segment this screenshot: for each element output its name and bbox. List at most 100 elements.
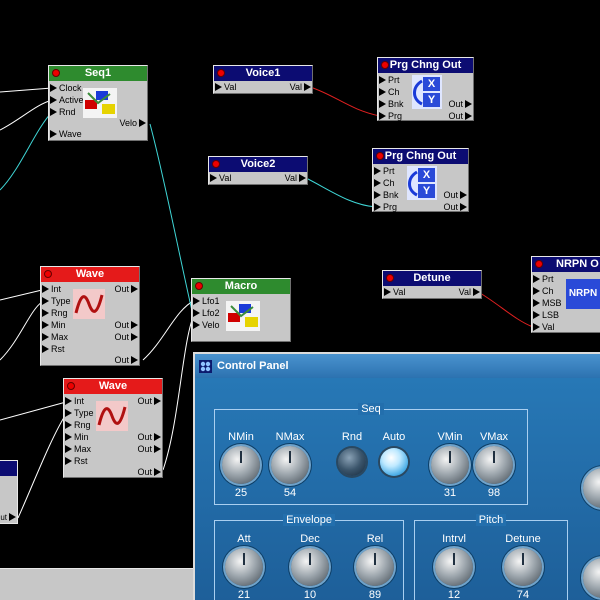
port-int[interactable]: Int (41, 284, 61, 295)
port-min[interactable]: Min (41, 320, 66, 331)
detune-module[interactable]: Detune Val Val (382, 270, 482, 299)
port-val-out[interactable]: Val (459, 287, 481, 298)
knob-nmin[interactable]: NMin 25 (216, 430, 266, 500)
port-out[interactable]: Out (137, 444, 162, 455)
knob-intrvl[interactable]: Intrvl 12 (429, 532, 479, 600)
voice1-module[interactable]: Voice1 Val Val (213, 65, 313, 94)
port-out[interactable]: Out (114, 320, 139, 331)
rotary-knob[interactable] (271, 446, 309, 484)
port-prt[interactable]: Prt (532, 274, 554, 285)
knob-rel[interactable]: Rel 89 (350, 532, 400, 600)
patch-canvas[interactable]: Seq1 Clock Active Rnd Wave Velo Wave Int… (0, 0, 600, 600)
wave-module[interactable]: Wave Int Type Rng Min Max Rst Out Out Ou… (40, 266, 140, 366)
button-rnd[interactable]: Rnd (332, 430, 372, 476)
program-change-out-module[interactable]: Prg Chng Out Prt Ch Bnk Prg Out Out X Y (372, 148, 469, 212)
port-rst[interactable]: Rst (41, 344, 65, 355)
knob-att[interactable]: Att 21 (219, 532, 269, 600)
seq1-module[interactable]: Seq1 Clock Active Rnd Wave Velo (48, 65, 148, 141)
module-power-led[interactable] (381, 61, 389, 69)
port-msb[interactable]: MSB (532, 298, 562, 309)
voice2-module[interactable]: Voice2 Val Val (208, 156, 308, 185)
port-rng[interactable]: Rng (41, 308, 68, 319)
port-out[interactable]: Out (137, 467, 162, 478)
led-button[interactable] (380, 448, 408, 476)
port-rnd[interactable]: Rnd (49, 107, 76, 118)
port-active[interactable]: Active (49, 95, 84, 106)
module-power-led[interactable] (217, 69, 225, 77)
module-power-led[interactable] (212, 160, 220, 168)
port-lfo2[interactable]: Lfo2 (192, 308, 220, 319)
port-ch[interactable]: Ch (373, 178, 395, 189)
module-power-led[interactable] (44, 270, 52, 278)
control-panel-window[interactable]: Control Panel Seq NMin 25 NMax 54 Rnd Au… (193, 352, 600, 600)
module-power-led[interactable] (67, 382, 75, 390)
horizontal-scrollbar[interactable] (0, 568, 195, 600)
module-power-led[interactable] (535, 260, 543, 268)
macro-module[interactable]: Macro Lfo1 Lfo2 Velo (191, 278, 291, 342)
port-velo[interactable]: Velo (192, 320, 220, 331)
module-power-led[interactable] (195, 282, 203, 290)
port-rng[interactable]: Rng (64, 420, 91, 431)
button-auto[interactable]: Auto (374, 430, 414, 476)
rotary-knob[interactable] (356, 548, 394, 586)
partial-module[interactable]: ut (0, 460, 18, 524)
port-out[interactable]: Out (448, 111, 473, 122)
module-power-led[interactable] (386, 274, 394, 282)
port-val-in[interactable]: Val (209, 173, 231, 184)
rotary-knob[interactable] (504, 548, 542, 586)
port-type[interactable]: Type (41, 296, 71, 307)
port-val-out[interactable]: Val (285, 173, 307, 184)
port-prg[interactable]: Prg (378, 111, 402, 122)
rotary-knob[interactable] (583, 558, 600, 598)
rotary-knob[interactable] (583, 468, 600, 508)
rotary-knob[interactable] (431, 446, 469, 484)
port-ch[interactable]: Ch (378, 87, 400, 98)
led-button[interactable] (338, 448, 366, 476)
port-out[interactable]: Out (114, 355, 139, 366)
rotary-knob[interactable] (291, 548, 329, 586)
port-bnk[interactable]: Bnk (373, 190, 399, 201)
port-rst[interactable]: Rst (64, 456, 88, 467)
port-out[interactable]: Out (137, 396, 162, 407)
port-prt[interactable]: Prt (373, 166, 395, 177)
port-val-in[interactable]: Val (383, 287, 405, 298)
port-val[interactable]: Val (532, 322, 554, 333)
program-change-out-module[interactable]: Prg Chng Out Prt Ch Bnk Prg Out Out X Y (377, 57, 474, 121)
port-ch[interactable]: Ch (532, 286, 554, 297)
control-panel-titlebar[interactable]: Control Panel (195, 354, 600, 378)
port-int[interactable]: Int (64, 396, 84, 407)
port-max[interactable]: Max (41, 332, 68, 343)
port-velo[interactable]: Velo (119, 118, 147, 129)
port-val-out[interactable]: Val (290, 82, 312, 93)
port-clock[interactable]: Clock (49, 83, 82, 94)
rotary-knob[interactable] (225, 548, 263, 586)
nrpn-out-module[interactable]: NRPN O Prt Ch MSB LSB Val NRPN (531, 256, 600, 333)
rotary-knob[interactable] (475, 446, 513, 484)
module-power-led[interactable] (376, 152, 384, 160)
port-val-in[interactable]: Val (214, 82, 236, 93)
port-out[interactable]: Out (443, 202, 468, 213)
port-max[interactable]: Max (64, 444, 91, 455)
port-out[interactable]: Out (137, 432, 162, 443)
port-prg[interactable]: Prg (373, 202, 397, 213)
knob-vmax[interactable]: VMax 98 (469, 430, 519, 500)
wave-module[interactable]: Wave Int Type Rng Min Max Rst Out Out Ou… (63, 378, 163, 478)
port-out[interactable]: Out (443, 190, 468, 201)
knob-detune[interactable]: Detune 74 (498, 532, 548, 600)
port-bnk[interactable]: Bnk (378, 99, 404, 110)
port-min[interactable]: Min (64, 432, 89, 443)
port-out[interactable]: ut (0, 512, 17, 523)
knob-vmin[interactable]: VMin 31 (425, 430, 475, 500)
rotary-knob[interactable] (222, 446, 260, 484)
port-out[interactable]: Out (114, 332, 139, 343)
knob-dec[interactable]: Dec 10 (285, 532, 335, 600)
module-power-led[interactable] (52, 69, 60, 77)
port-out[interactable]: Out (114, 284, 139, 295)
port-prt[interactable]: Prt (378, 75, 400, 86)
port-out[interactable]: Out (448, 99, 473, 110)
rotary-knob[interactable] (435, 548, 473, 586)
knob-nmax[interactable]: NMax 54 (265, 430, 315, 500)
port-wave[interactable]: Wave (49, 129, 82, 140)
port-lfo1[interactable]: Lfo1 (192, 296, 220, 307)
port-type[interactable]: Type (64, 408, 94, 419)
